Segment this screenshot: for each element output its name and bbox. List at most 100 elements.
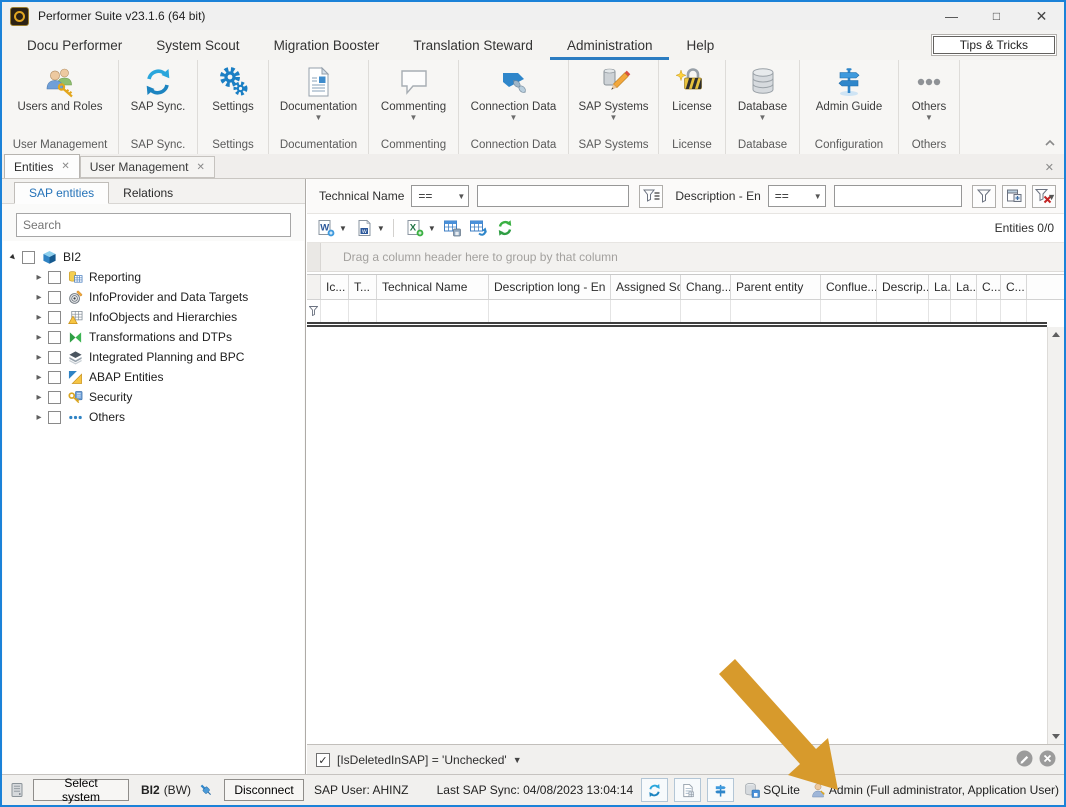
maximize-icon[interactable]: □ bbox=[974, 2, 1019, 30]
tree-checkbox[interactable] bbox=[48, 351, 61, 364]
sap-systems-button[interactable]: SAP Systems ▼ bbox=[569, 60, 658, 139]
chevron-down-icon[interactable]: ▼ bbox=[513, 755, 522, 765]
sync-log-button[interactable] bbox=[674, 778, 701, 802]
tab-user-management[interactable]: User Management ✕ bbox=[80, 156, 215, 178]
grid-save-layout-icon[interactable] bbox=[442, 217, 464, 239]
filter-cell[interactable] bbox=[611, 300, 681, 322]
tabbar-close-icon[interactable]: ✕ bbox=[1045, 161, 1064, 178]
tree-checkbox[interactable] bbox=[48, 291, 61, 304]
column-header[interactable]: C... bbox=[1001, 275, 1027, 299]
vertical-scrollbar[interactable] bbox=[1047, 327, 1064, 744]
expander-icon[interactable]: ▸ bbox=[33, 352, 45, 363]
guide-button[interactable] bbox=[707, 778, 734, 802]
close-filter-icon[interactable] bbox=[1039, 750, 1056, 770]
column-header[interactable]: Chang... bbox=[681, 275, 731, 299]
minimize-icon[interactable]: — bbox=[929, 2, 974, 30]
chevron-down-icon[interactable]: ▼ bbox=[339, 224, 347, 233]
database-button[interactable]: Database ▼ bbox=[726, 60, 799, 139]
word-export-icon[interactable]: W bbox=[315, 217, 337, 239]
filter-active-checkbox[interactable]: ✓ bbox=[316, 753, 330, 767]
tab-translation-steward[interactable]: Translation Steward bbox=[396, 30, 550, 60]
tab-relations[interactable]: Relations bbox=[109, 183, 187, 203]
commenting-button[interactable]: Commenting ▼ bbox=[369, 60, 458, 139]
funnel-menu-icon[interactable] bbox=[639, 185, 663, 208]
filter-cell[interactable] bbox=[929, 300, 951, 322]
tab-sap-entities[interactable]: SAP entities bbox=[14, 182, 109, 204]
tree-item-security[interactable]: ▸ Security bbox=[3, 387, 304, 407]
filter-cell[interactable] bbox=[1001, 300, 1027, 322]
tree-item-infoprovider[interactable]: ▸ InfoProvider and Data Targets bbox=[3, 287, 304, 307]
tips-and-tricks-button[interactable]: Tips & Tricks bbox=[933, 36, 1055, 54]
others-button[interactable]: Others ▼ bbox=[899, 60, 959, 139]
tree-item-abap-entities[interactable]: ▸ ABAP Entities bbox=[3, 367, 304, 387]
expander-icon[interactable]: ▸ bbox=[5, 249, 21, 265]
tree-checkbox[interactable] bbox=[48, 271, 61, 284]
filter-cell[interactable] bbox=[951, 300, 977, 322]
chevron-down-icon[interactable]: ▼ bbox=[377, 224, 385, 233]
column-header[interactable]: C... bbox=[977, 275, 1001, 299]
tab-entities[interactable]: Entities ✕ bbox=[4, 154, 80, 178]
filter-cell[interactable] bbox=[877, 300, 929, 322]
tree-item-reporting[interactable]: ▸ Reporting bbox=[3, 267, 304, 287]
filter-cell[interactable] bbox=[349, 300, 377, 322]
tab-close-icon[interactable]: ✕ bbox=[61, 161, 69, 172]
tree-checkbox[interactable] bbox=[48, 311, 61, 324]
expander-icon[interactable]: ▸ bbox=[33, 312, 45, 323]
column-header[interactable]: Ic... bbox=[321, 275, 349, 299]
edit-filter-icon[interactable] bbox=[1016, 750, 1033, 770]
filter-field2-operator-select[interactable]: == ▼ bbox=[768, 185, 826, 207]
filter-cell[interactable] bbox=[377, 300, 489, 322]
ribbon-collapse-icon[interactable] bbox=[1044, 136, 1064, 154]
tree-item-integrated-planning[interactable]: ▸ Integrated Planning and BPC bbox=[3, 347, 304, 367]
group-by-bar[interactable]: Drag a column header here to group by th… bbox=[307, 243, 1064, 272]
filter-editor-icon[interactable] bbox=[1002, 185, 1026, 208]
column-header[interactable]: Descrip... bbox=[877, 275, 929, 299]
expander-icon[interactable]: ▸ bbox=[33, 372, 45, 383]
filter-cell[interactable] bbox=[681, 300, 731, 322]
column-header[interactable]: Conflue... bbox=[821, 275, 877, 299]
column-header[interactable]: Assigned Sce... bbox=[611, 275, 681, 299]
sap-sync-button[interactable]: SAP Sync. bbox=[119, 60, 197, 139]
tree-checkbox[interactable] bbox=[48, 371, 61, 384]
expander-icon[interactable]: ▸ bbox=[33, 392, 45, 403]
tree-checkbox[interactable] bbox=[22, 251, 35, 264]
filter-field2-input[interactable] bbox=[835, 186, 961, 206]
documentation-button[interactable]: Documentation ▼ bbox=[269, 60, 368, 139]
grid-body[interactable] bbox=[307, 327, 1064, 744]
tab-system-scout[interactable]: System Scout bbox=[139, 30, 256, 60]
funnel-icon[interactable] bbox=[972, 185, 996, 208]
users-and-roles-button[interactable]: Users and Roles bbox=[2, 60, 118, 139]
expander-icon[interactable]: ▸ bbox=[33, 332, 45, 343]
connection-data-button[interactable]: Connection Data ▼ bbox=[459, 60, 568, 139]
tab-migration-booster[interactable]: Migration Booster bbox=[257, 30, 397, 60]
refresh-icon[interactable] bbox=[494, 217, 516, 239]
column-header[interactable]: Parent entity bbox=[731, 275, 821, 299]
tree-item-infoobjects[interactable]: ▸ InfoObjects and Hierarchies bbox=[3, 307, 304, 327]
tab-administration[interactable]: Administration bbox=[550, 30, 670, 60]
tab-help[interactable]: Help bbox=[669, 30, 731, 60]
select-system-button[interactable]: Select system bbox=[33, 779, 129, 801]
filter-field1-input[interactable] bbox=[478, 186, 628, 206]
search-input[interactable] bbox=[17, 218, 290, 232]
column-header[interactable]: La... bbox=[951, 275, 977, 299]
tab-close-icon[interactable]: ✕ bbox=[196, 162, 204, 173]
filter-cell[interactable] bbox=[821, 300, 877, 322]
license-button[interactable]: License bbox=[659, 60, 725, 139]
sync-now-button[interactable] bbox=[641, 778, 668, 802]
close-icon[interactable]: ✕ bbox=[1019, 2, 1064, 30]
scroll-down-icon[interactable] bbox=[1052, 734, 1060, 739]
admin-guide-button[interactable]: Admin Guide bbox=[800, 60, 898, 139]
column-header[interactable]: Description long - En bbox=[489, 275, 611, 299]
filter-cell[interactable] bbox=[977, 300, 1001, 322]
column-header[interactable]: T... bbox=[349, 275, 377, 299]
filter-cell[interactable] bbox=[321, 300, 349, 322]
settings-button[interactable]: Settings bbox=[198, 60, 268, 139]
filter-field1-operator-select[interactable]: == ▼ bbox=[411, 185, 469, 207]
filter-cell[interactable] bbox=[489, 300, 611, 322]
tree-checkbox[interactable] bbox=[48, 411, 61, 424]
scroll-up-icon[interactable] bbox=[1052, 332, 1060, 337]
expander-icon[interactable]: ▸ bbox=[33, 272, 45, 283]
chevron-down-icon[interactable]: ▼ bbox=[428, 224, 436, 233]
word-document-icon[interactable]: w bbox=[353, 217, 375, 239]
column-header[interactable]: La... bbox=[929, 275, 951, 299]
